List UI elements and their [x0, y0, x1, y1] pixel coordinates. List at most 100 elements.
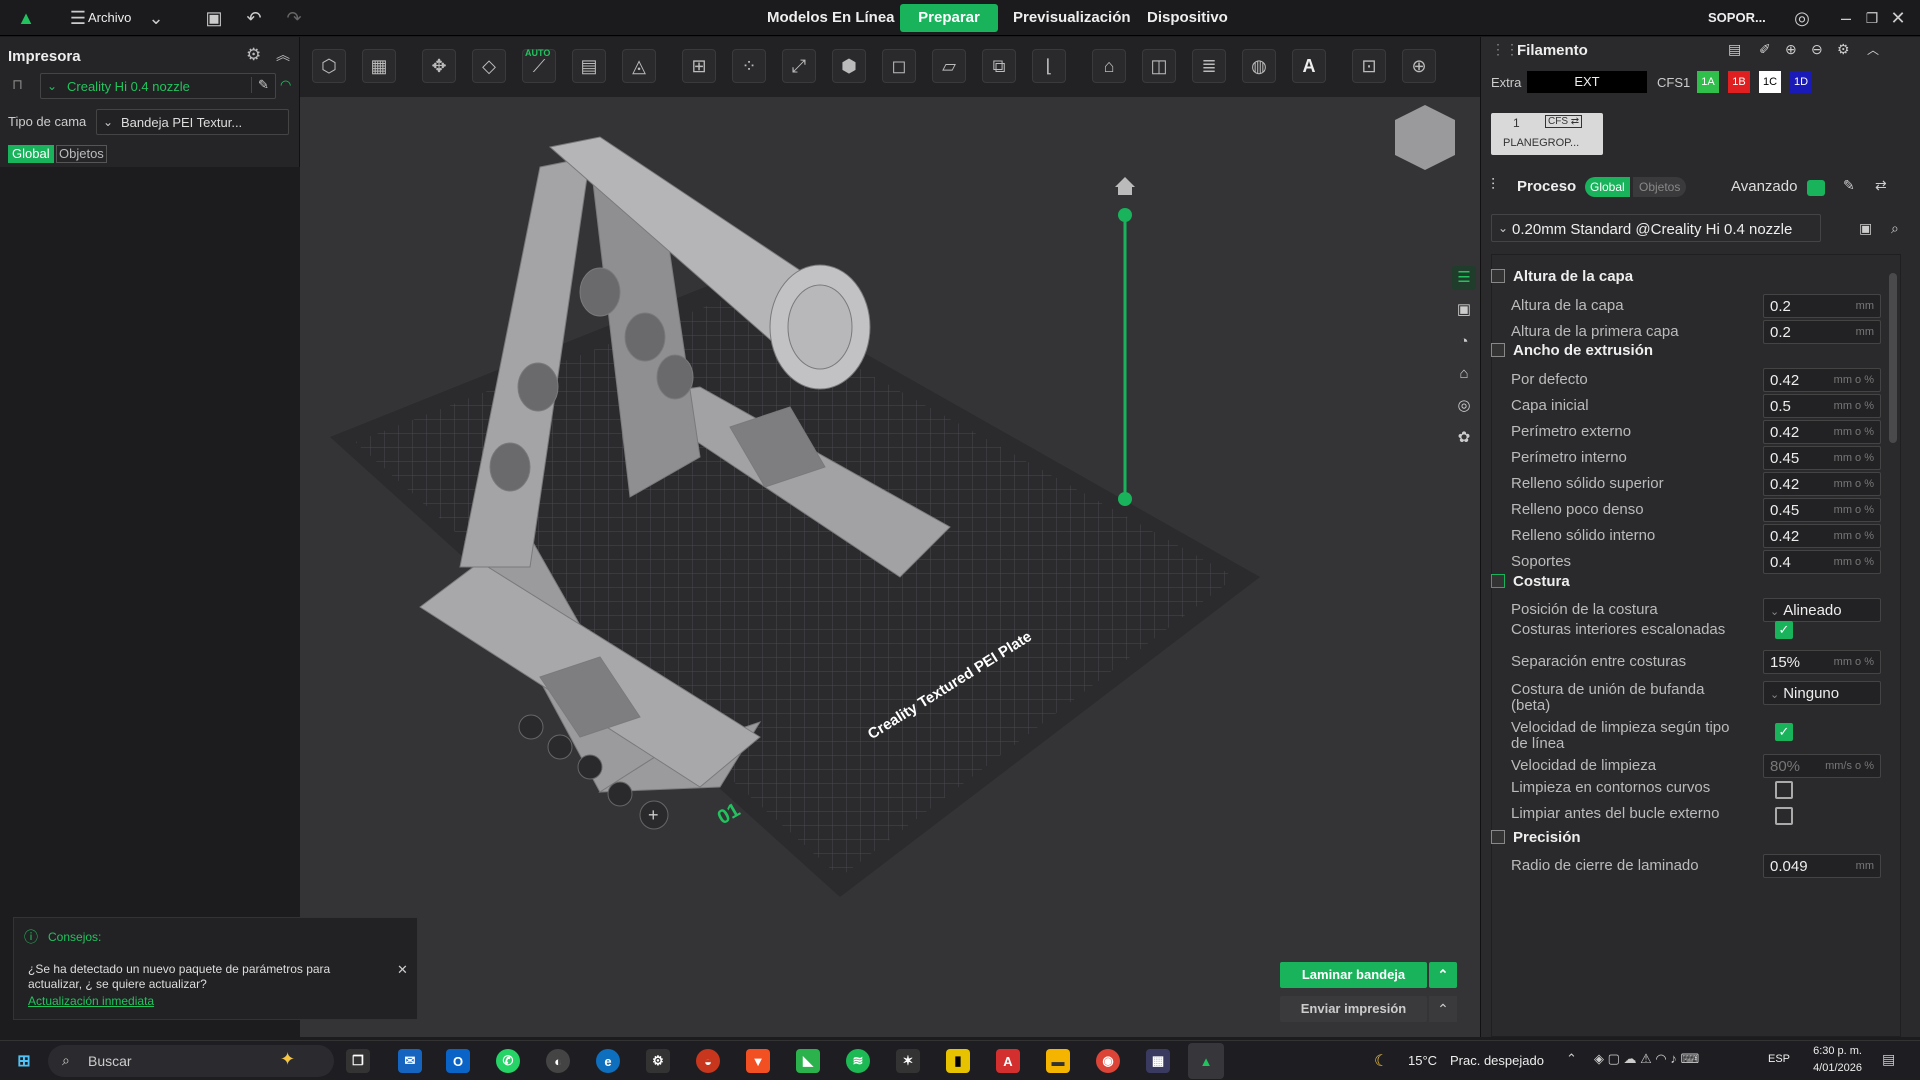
default-width-input[interactable]: 0.42 mm o % [1763, 368, 1881, 392]
outer-wall-input[interactable]: 0.42 mm o % [1763, 420, 1881, 444]
home-view-icon[interactable] [1115, 177, 1135, 187]
process-global-toggle[interactable]: Global [1585, 177, 1630, 197]
plate-auto-icon[interactable] [577, 754, 603, 780]
edge-icon[interactable]: e [596, 1049, 620, 1073]
scarf-select[interactable]: ⌄ Ninguno [1763, 681, 1881, 705]
wipe-before-checkbox[interactable] [1775, 807, 1793, 825]
process-profile-select[interactable]: ⌄ 0.20mm Standard @Creality Hi 0.4 nozzl… [1491, 214, 1821, 242]
move-icon[interactable]: ⬢ [832, 49, 866, 83]
seam-paint-icon[interactable]: ◫ [1142, 49, 1176, 83]
chrome-icon[interactable]: ◉ [1096, 1049, 1120, 1073]
input-language[interactable]: ESP [1768, 1053, 1790, 1065]
notification-icon[interactable]: ▤ [1882, 1051, 1895, 1068]
auto-orient-icon[interactable]: AUTO ⟋ [522, 48, 556, 83]
spotify-icon[interactable]: ≋ [846, 1049, 870, 1073]
search-box[interactable]: ⌕ Buscar ✦ [48, 1045, 334, 1077]
support-side-icon[interactable]: ⌂ [1452, 362, 1476, 386]
hamburger-menu-icon[interactable]: ☰ [66, 6, 90, 30]
slicer-app-icon[interactable]: ◒ [696, 1049, 720, 1073]
layer-slider-bottom-handle[interactable] [1118, 492, 1132, 506]
orient-icon[interactable]: ✥ [422, 49, 456, 83]
collapse-filament-icon[interactable]: ︿ [1867, 41, 1879, 58]
split-parts-icon[interactable]: ⁘ [732, 49, 766, 83]
sparse-infill-input[interactable]: 0.45 mm o % [1763, 498, 1881, 522]
support-label[interactable]: SOPOR... [1708, 10, 1766, 25]
add-object-icon[interactable]: ⬡ [312, 49, 346, 83]
cut-icon[interactable]: ◻ [882, 49, 916, 83]
inner-wall-input[interactable]: 0.45 mm o % [1763, 446, 1881, 470]
headset-icon[interactable]: ◎ [1790, 6, 1814, 30]
boolean-icon[interactable]: ⧉ [982, 49, 1016, 83]
scale-icon[interactable]: ⤢ [782, 49, 816, 83]
undo-icon[interactable]: ↶ [242, 6, 266, 30]
first-layer-input[interactable]: 0.2 mm [1763, 320, 1881, 344]
filament-card[interactable]: 1 CFS ⇄ PLANEGROP... [1491, 113, 1603, 155]
filament-settings-icon[interactable]: ⚙ [1837, 41, 1850, 58]
supports-input[interactable]: 0.4 mm o % [1763, 550, 1881, 574]
rotate-tool-icon[interactable]: ◇ [472, 49, 506, 83]
tab-device[interactable]: Dispositivo [1137, 4, 1238, 32]
whatsapp-icon[interactable]: ✆ [496, 1049, 520, 1073]
crab-app-icon[interactable]: ✶ [896, 1049, 920, 1073]
internal-solid-input[interactable]: 0.42 mm o % [1763, 524, 1881, 548]
windows-start-icon[interactable]: ⊞ [12, 1049, 36, 1073]
minimize-icon[interactable]: – [1834, 6, 1858, 30]
speed-side-icon[interactable]: ◔ [1452, 330, 1476, 354]
closing-radius-input[interactable]: 0.049 mm [1763, 854, 1881, 878]
save-icon[interactable]: ▣ [202, 6, 226, 30]
sync-icon[interactable]: ⇄ [1875, 177, 1887, 194]
remove-filament-icon[interactable]: ⊖ [1811, 41, 1823, 58]
support-paint-icon[interactable]: ⌂ [1092, 49, 1126, 83]
seam-gap-input[interactable]: 15% mm o % [1763, 650, 1881, 674]
close-tips-icon[interactable]: ✕ [397, 962, 408, 978]
measure-icon[interactable]: ⌊ [1032, 49, 1066, 83]
redo-icon[interactable]: ↷ [282, 6, 306, 30]
cfs-icon[interactable]: ▤ [1728, 41, 1741, 58]
save-profile-icon[interactable]: ▣ [1859, 220, 1872, 237]
split-icon[interactable]: ⊞ [682, 49, 716, 83]
slot-1a[interactable]: 1A [1697, 71, 1719, 93]
tray-icons[interactable]: ◈ ▢ ☁ ⚠ ◠ ♪ ⌨ [1594, 1051, 1699, 1067]
slot-1c[interactable]: 1C [1759, 71, 1781, 93]
file-menu[interactable]: Archivo [88, 10, 131, 25]
slice-options-button[interactable]: ⌃ [1429, 962, 1457, 988]
process-objects-toggle[interactable]: Objetos [1633, 177, 1687, 197]
collapse-icon[interactable]: ︽ [276, 45, 290, 65]
slot-1b[interactable]: 1B [1728, 71, 1750, 93]
search-icon[interactable]: ⌕ [1891, 220, 1899, 237]
slot-1d[interactable]: 1D [1790, 71, 1812, 93]
advanced-toggle[interactable] [1807, 180, 1825, 196]
staggered-checkbox[interactable]: ✓ [1775, 621, 1793, 639]
gear-icon[interactable]: ⚙ [246, 45, 261, 65]
media-app-icon[interactable]: ◐ [546, 1049, 570, 1073]
creality-print-icon[interactable]: ▲ [1188, 1043, 1224, 1079]
send-print-button[interactable]: Enviar impresión [1280, 996, 1427, 1022]
wipe-curved-checkbox[interactable] [1775, 781, 1793, 799]
layer-height-input[interactable]: 0.2 mm [1763, 294, 1881, 318]
compare-icon[interactable]: ✎ [1843, 177, 1855, 194]
lay-on-face-icon[interactable]: ◬ [622, 49, 656, 83]
variable-layer-icon[interactable]: ⊕ [1402, 49, 1436, 83]
tab-online-models[interactable]: Modelos En Línea [757, 4, 905, 32]
update-link[interactable]: Actualización inmediata [28, 994, 154, 1008]
tray-chevron-icon[interactable]: ⌃ [1566, 1051, 1577, 1067]
wifi-icon[interactable]: ◠ [280, 77, 291, 93]
global-toggle[interactable]: Global [8, 145, 54, 163]
calculator-icon[interactable]: ▦ [1146, 1049, 1170, 1073]
acrobat-icon[interactable]: A [996, 1049, 1020, 1073]
tab-prepare[interactable]: Preparar [900, 4, 998, 32]
maximize-icon[interactable]: ❐ [1860, 6, 1884, 30]
brush-icon[interactable]: ✐ [1759, 41, 1771, 58]
edit-icon[interactable]: ✎ [251, 77, 269, 93]
plate-settings-icon[interactable] [518, 714, 544, 740]
close-icon[interactable]: ✕ [1886, 6, 1910, 30]
layer-slider-top-handle[interactable] [1118, 208, 1132, 222]
tab-preview[interactable]: Previsualización [1003, 4, 1141, 32]
view-cube[interactable] [1395, 105, 1455, 170]
send-options-button[interactable]: ⌃ [1429, 996, 1457, 1022]
3d-viewport[interactable]: + Creality Textured PEI Plate 01 [300, 97, 1480, 1037]
bed-type-select[interactable]: ⌄ Bandeja PEI Textur... [96, 109, 289, 135]
chevron-down-icon[interactable]: ⌄ [144, 6, 168, 30]
mail-app-icon[interactable]: ✉ [398, 1049, 422, 1073]
clock-time[interactable]: 6:30 p. m. [1806, 1045, 1862, 1057]
